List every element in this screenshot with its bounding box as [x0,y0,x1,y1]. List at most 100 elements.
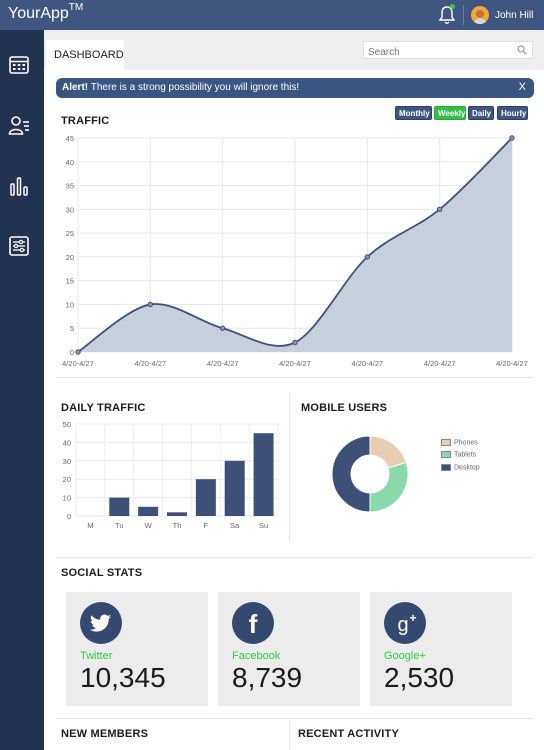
traffic-x-tick: 4/20-4/27 [279,359,311,368]
period-daily-button[interactable]: Daily [468,106,494,120]
traffic-y-tick: 5 [70,324,74,333]
traffic-data-point [147,301,154,308]
daily-x-tick: M [87,521,93,530]
traffic-y-tick: 45 [66,134,74,143]
search-input[interactable] [364,44,512,61]
alert-close-button[interactable]: X [519,81,526,93]
daily-x-tick: Tu [115,521,123,530]
google-plus-stat-card[interactable]: g + Google+ 2,530 [370,592,512,706]
tab-bar: DASHBOARD [44,30,544,70]
traffic-area-chart: 0 5 10 15 20 25 30 35 40 45 4/20-4/27 4/20-4/27 4/20… [62,134,528,368]
calendar-icon[interactable] [8,54,30,76]
brand-trademark: TM [68,2,84,13]
twitter-icon [80,602,122,644]
svg-text:f: f [249,609,258,639]
traffic-data-point [219,325,226,331]
daily-bar [167,512,187,516]
top-bar: YourAppTM John Hill [0,0,544,30]
recent-activity-title: RECENT ACTIVITY [298,728,399,740]
svg-text:g: g [397,614,408,636]
main-content: DASHBOARD Alert! There is a strong possi… [44,30,544,750]
daily-bar [138,506,159,516]
search-box [363,41,533,61]
traffic-y-tick: 20 [66,253,74,262]
traffic-y-tick: 10 [66,300,74,309]
traffic-data-point [75,349,81,355]
social-stats-title: SOCIAL STATS [61,567,143,579]
google-plus-count: 2,530 [384,662,455,693]
search-icon[interactable] [517,45,527,55]
legend-swatch [441,439,451,446]
traffic-x-tick: 4/20-4/27 [496,359,528,368]
traffic-y-tick: 0 [70,348,74,357]
traffic-y-tick: 40 [66,158,74,167]
twitter-count: 10,345 [80,662,166,693]
user-list-icon[interactable] [8,114,30,136]
bar-chart-icon[interactable] [8,175,30,197]
daily-traffic-title: DAILY TRAFFIC [61,402,146,414]
period-monthly-button[interactable]: Monthly [395,106,432,120]
daily-x-tick: Su [259,521,268,530]
traffic-y-tick: 30 [66,205,74,214]
twitter-label: Twitter [80,650,113,662]
daily-bar [253,433,274,516]
facebook-count: 8,739 [232,662,303,693]
donut-slice [369,461,409,513]
facebook-icon: f [232,602,274,644]
daily-y-tick: 0 [67,512,71,521]
traffic-x-tick: 4/20-4/27 [424,359,456,368]
traffic-data-point [436,206,443,213]
daily-bar [224,460,245,516]
donut-slice [369,435,407,469]
mobile-users-title: MOBILE USERS [301,402,388,414]
sidebar [0,30,44,750]
section-divider [56,718,534,719]
donut-slice [331,435,371,513]
traffic-x-tick: 4/20-4/27 [351,359,383,368]
daily-bar [109,497,130,516]
traffic-x-tick: 4/20-4/27 [134,359,166,368]
section-divider [56,557,534,558]
legend-label: Tablets [454,451,477,459]
legend-desktop: Desktop [441,464,480,471]
new-members-title: NEW MEMBERS [61,728,149,740]
brand-logo[interactable]: YourAppTM [8,2,84,23]
brand-name: YourApp [8,5,69,22]
svg-text:+: + [409,611,416,625]
daily-x-tick: Sa [230,521,240,530]
alert-message: There is a strong possibility you will i… [88,82,300,93]
column-divider [289,720,290,750]
daily-y-tick: 20 [63,475,71,484]
daily-y-tick: 30 [63,457,71,466]
alert-banner: Alert! There is a strong possibility you… [56,78,534,98]
facebook-stat-card[interactable]: f Facebook 8,739 [218,592,360,706]
legend-swatch [441,451,451,458]
alert-strong: Alert! [62,82,89,93]
daily-x-tick: F [204,521,209,530]
period-weekly-button[interactable]: Weekly [434,106,466,120]
tab-dashboard[interactable]: DASHBOARD [46,40,124,70]
legend-phones: Phones [441,439,478,446]
traffic-y-tick: 25 [66,229,74,238]
header-divider [463,5,464,25]
traffic-data-point [364,254,371,260]
sliders-icon[interactable] [8,235,30,257]
daily-y-tick: 50 [63,420,71,429]
period-hourly-button[interactable]: Hourly [497,106,528,120]
facebook-label: Facebook [232,650,281,662]
traffic-title: TRAFFIC [61,115,110,127]
daily-x-tick: W [145,521,153,530]
notification-dot [450,4,455,9]
column-divider [289,392,290,542]
user-name[interactable]: John Hill [495,10,533,21]
traffic-x-tick: 4/20-4/27 [62,359,94,368]
legend-tablets: Tablets [441,451,476,458]
section-divider [56,377,534,378]
twitter-stat-card[interactable]: Twitter 10,345 [66,592,208,706]
user-avatar[interactable] [471,6,489,24]
google-plus-icon: g + [384,602,426,644]
legend-label: Phones [454,439,478,447]
mobile-users-donut-chart [331,435,409,513]
traffic-data-point [292,339,298,346]
traffic-x-tick: 4/20-4/27 [207,359,239,368]
